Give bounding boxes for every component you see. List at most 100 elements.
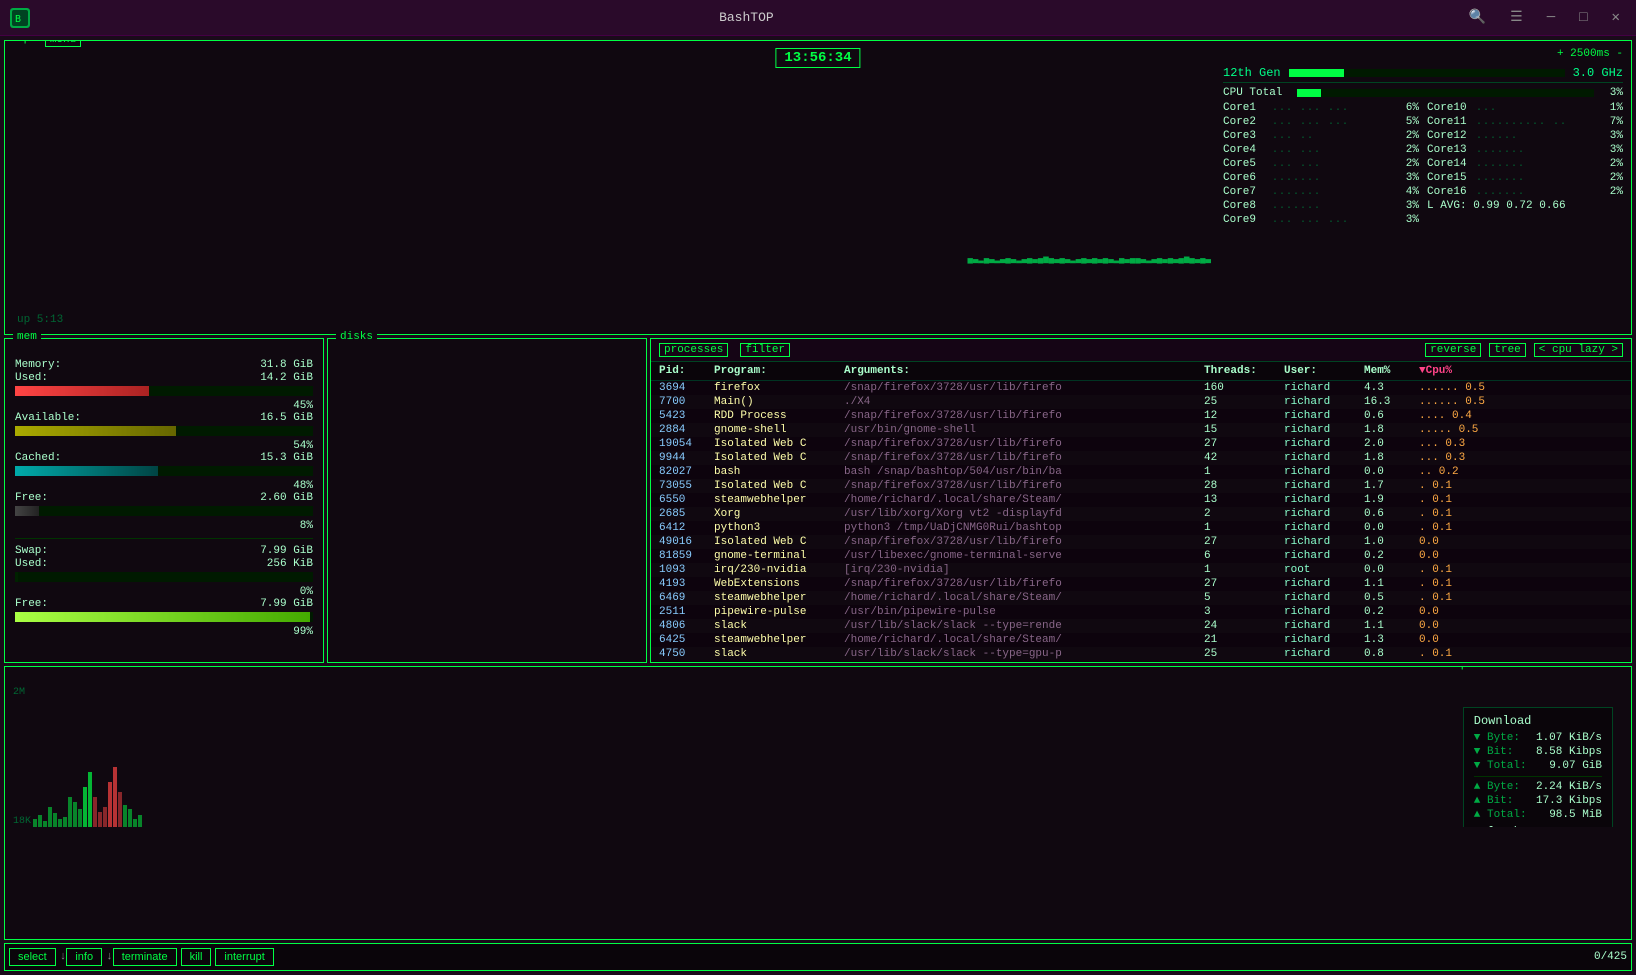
table-row[interactable]: 4806 slack /usr/lib/slack/slack --type=r… <box>651 619 1631 633</box>
table-row[interactable]: 6412 python3 python3 /tmp/UaDjCNMG0Rui/b… <box>651 521 1631 535</box>
core-label: Core2 <box>1223 116 1268 128</box>
core-pct: 2% <box>1394 144 1419 156</box>
clock-display: 13:56:34 <box>775 48 860 68</box>
kill-button[interactable]: kill <box>181 948 212 966</box>
cell-args: /usr/lib/xorg/Xorg vt2 -displayfd <box>844 508 1204 520</box>
table-row[interactable]: 6425 steamwebhelper /home/richard/.local… <box>651 633 1631 647</box>
reverse-label[interactable]: reverse <box>1425 343 1481 357</box>
core-dots: ... <box>1476 103 1594 114</box>
titlebar: B BashTOP 🔍 ☰ ─ □ ✕ <box>0 0 1636 36</box>
core-row: Core11 .......... .. 7% <box>1427 116 1623 128</box>
col-cpu[interactable]: ▼Cpu% <box>1419 365 1489 377</box>
table-row[interactable]: 49016 Isolated Web C /snap/firefox/3728/… <box>651 535 1631 549</box>
cell-cpu: . 0.1 <box>1419 522 1489 534</box>
core-dots: ... ... ... <box>1272 117 1390 128</box>
cell-mem: 0.0 <box>1364 564 1419 576</box>
cell-args: /usr/bin/pipewire-pulse <box>844 606 1204 618</box>
mem-free-row: Free: 2.60 GiB <box>15 492 313 504</box>
maximize-button[interactable]: □ <box>1573 8 1593 28</box>
mem-swap-free-bar <box>15 612 313 622</box>
table-row[interactable]: 1093 irq/230-nvidia [irq/230-nvidia] 1 r… <box>651 563 1631 577</box>
interrupt-button[interactable]: interrupt <box>215 948 273 966</box>
cell-args: /usr/lib/slack/slack --type=gpu-p <box>844 648 1204 660</box>
core-row: Core14 ....... 2% <box>1427 158 1623 170</box>
cell-pid: 6550 <box>659 494 714 506</box>
cell-user: root <box>1284 564 1364 576</box>
table-row[interactable]: 19054 Isolated Web C /snap/firefox/3728/… <box>651 437 1631 451</box>
table-row[interactable]: 4193 WebExtensions /snap/firefox/3728/us… <box>651 577 1631 591</box>
cell-user: richard <box>1284 424 1364 436</box>
core-pct: 3% <box>1394 200 1419 212</box>
proc-right-labels: reverse tree < cpu lazy > <box>1425 343 1623 357</box>
table-row[interactable]: 2884 gnome-shell /usr/bin/gnome-shell 15… <box>651 423 1631 437</box>
core-row: Core1 ... ... ... 6% <box>1223 102 1419 114</box>
select-button[interactable]: select <box>9 948 56 966</box>
cpu-cores-panel: 12th Gen 3.0 GHz CPU Total 3% <box>1223 66 1623 326</box>
cell-cpu: . 0.1 <box>1419 592 1489 604</box>
cell-threads: 1 <box>1204 522 1284 534</box>
core-dots: ...... <box>1476 131 1594 142</box>
core-pct: 6% <box>1394 102 1419 114</box>
col-threads: Threads: <box>1204 365 1284 377</box>
cell-threads: 5 <box>1204 592 1284 604</box>
core-label: Core11 <box>1427 116 1472 128</box>
download-title: Download <box>1474 714 1602 728</box>
core-label: Core1 <box>1223 102 1268 114</box>
cell-args: /home/richard/.local/share/Steam/ <box>844 494 1204 506</box>
core-label: L AVG: 0.99 0.72 0.66 <box>1427 200 1566 212</box>
proc-header-row: processes filter reverse tree < cpu lazy… <box>651 339 1631 362</box>
cell-pid: 6412 <box>659 522 714 534</box>
mem-avail-row: Available: 16.5 GiB <box>15 412 313 424</box>
net-dl-total-value: 9.07 GiB <box>1549 760 1602 772</box>
minimize-button[interactable]: ─ <box>1541 8 1561 28</box>
cell-user: richard <box>1284 396 1364 408</box>
cpu-gen-title: 12th Gen <box>1223 66 1281 80</box>
table-row[interactable]: 3694 firefox /snap/firefox/3728/usr/lib/… <box>651 381 1631 395</box>
table-row[interactable]: 5423 RDD Process /snap/firefox/3728/usr/… <box>651 409 1631 423</box>
table-row[interactable]: 9944 Isolated Web C /snap/firefox/3728/u… <box>651 451 1631 465</box>
filter-label[interactable]: filter <box>740 343 790 357</box>
table-row[interactable]: 81859 gnome-terminal /usr/libexec/gnome-… <box>651 549 1631 563</box>
table-row[interactable]: 6550 steamwebhelper /home/richard/.local… <box>651 493 1631 507</box>
core-dots: ....... <box>1272 187 1390 198</box>
cpu-graph: ▄▃▂▄▃▂▃▄▃▂▃▄▃▄▅▄▃▄▃▂▃▄▃▄▃▄▃▂▄▃▄▄▃▂▃▄▃▄▃▄… <box>13 71 1211 304</box>
window-controls[interactable]: 🔍 ☰ ─ □ ✕ <box>1463 7 1626 28</box>
cell-pid: 81859 <box>659 550 714 562</box>
table-row[interactable]: 73055 Isolated Web C /snap/firefox/3728/… <box>651 479 1631 493</box>
menu-label[interactable]: menu <box>45 40 81 47</box>
cell-mem: 0.6 <box>1364 410 1419 422</box>
core-pct: 3% <box>1598 144 1623 156</box>
table-row[interactable]: 4750 slack /usr/lib/slack/slack --type=g… <box>651 647 1631 661</box>
terminate-button[interactable]: terminate <box>113 948 177 966</box>
cpu-label: cpu <box>17 40 37 47</box>
time-setting[interactable]: + 2500ms - <box>1557 48 1623 60</box>
cpu-lazy-label[interactable]: < cpu lazy > <box>1534 343 1623 357</box>
close-button[interactable]: ✕ <box>1606 7 1626 28</box>
cell-threads: 3 <box>1204 606 1284 618</box>
net-dl-byte-value: 1.07 KiB/s <box>1536 732 1602 744</box>
cell-args: /snap/firefox/3728/usr/lib/firefo <box>844 536 1204 548</box>
menu-icon[interactable]: ☰ <box>1504 7 1529 28</box>
search-icon[interactable]: 🔍 <box>1463 7 1492 28</box>
cell-user: richard <box>1284 466 1364 478</box>
tree-label[interactable]: tree <box>1489 343 1525 357</box>
cell-pid: 9944 <box>659 452 714 464</box>
cell-mem: 0.2 <box>1364 606 1419 618</box>
cell-pid: 73055 <box>659 480 714 492</box>
table-row[interactable]: 82027 bash bash /snap/bashtop/504/usr/bi… <box>651 465 1631 479</box>
net-bar-upload <box>98 812 102 827</box>
mem-avail-value: 16.5 GiB <box>260 412 313 424</box>
cpu-total-row: CPU Total 3% <box>1223 87 1623 99</box>
core-dots: ... ... <box>1272 159 1390 170</box>
table-row[interactable]: 2511 pipewire-pulse /usr/bin/pipewire-pu… <box>651 605 1631 619</box>
table-row[interactable]: 4521 Utility Proces /snap/firefox/3728/u… <box>651 661 1631 663</box>
bottom-bar: select ↓ info ↓ terminate kill interrupt… <box>4 943 1632 971</box>
table-row[interactable]: 2685 Xorg /usr/lib/xorg/Xorg vt2 -displa… <box>651 507 1631 521</box>
cell-program: Utility Proces <box>714 662 844 663</box>
col-arguments: Arguments: <box>844 365 1204 377</box>
cell-cpu: . 0.1 <box>1419 578 1489 590</box>
table-row[interactable]: 7700 Main() ./X4 25 richard 16.3 ...... … <box>651 395 1631 409</box>
info-button[interactable]: info <box>66 948 102 966</box>
table-row[interactable]: 6469 steamwebhelper /home/richard/.local… <box>651 591 1631 605</box>
cell-cpu: 0.0 <box>1419 620 1489 632</box>
